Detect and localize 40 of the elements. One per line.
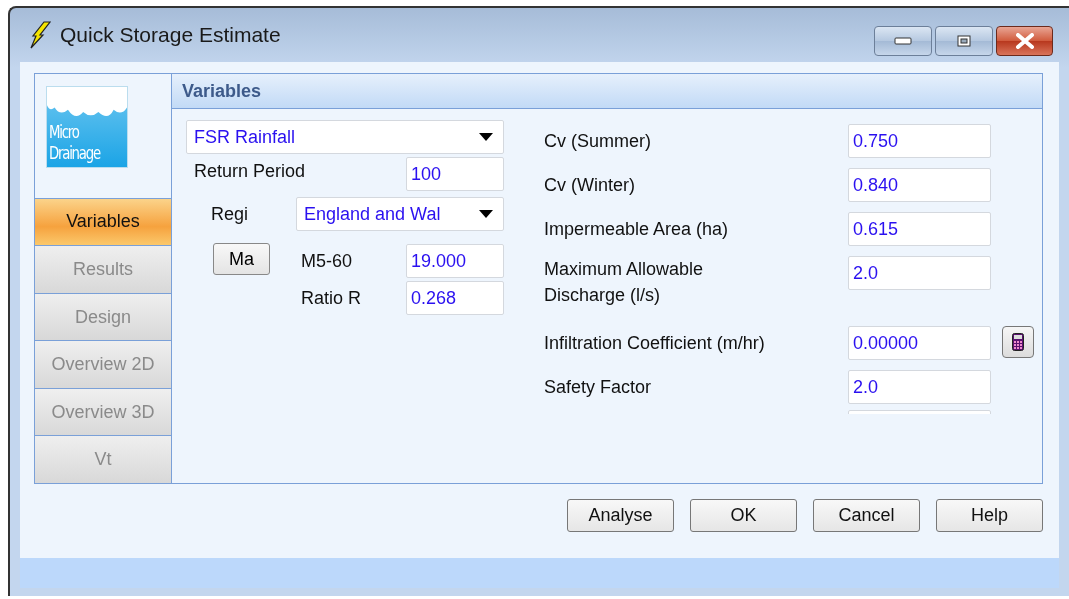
field-label: M5-60: [301, 250, 353, 272]
input-field[interactable]: 2.0: [848, 256, 991, 290]
side-tab[interactable]: Variables: [35, 197, 171, 246]
input-field[interactable]: 0.00000: [848, 326, 991, 360]
input-field[interactable]: 0.268: [406, 281, 504, 315]
minimize-icon: [894, 37, 912, 45]
window-title: Quick Storage Estimate: [60, 23, 281, 47]
input-field[interactable]: 0.750: [848, 124, 991, 158]
field-label: Ratio R: [301, 287, 362, 309]
field-label: Return Period: [194, 161, 306, 182]
close-button[interactable]: [996, 26, 1053, 56]
logo: Micro Drainage: [46, 86, 128, 168]
region-dropdown[interactable]: England and Wal: [296, 197, 504, 231]
calculator-button[interactable]: [1002, 326, 1034, 358]
field-label: Safety Factor: [544, 376, 653, 399]
minimize-button[interactable]: [874, 26, 932, 56]
field-label: Infiltration Coefficient (m/hr): [544, 332, 766, 355]
calculator-icon: [1012, 333, 1024, 351]
input-field[interactable]: 0.615: [848, 212, 991, 246]
rainfall-dropdown[interactable]: FSR Rainfall: [186, 120, 504, 154]
dialog-button[interactable]: Help: [936, 499, 1043, 532]
field-label: Cv (Winter): [544, 174, 636, 197]
close-icon: [1014, 33, 1035, 49]
input-field[interactable]: 100: [406, 157, 504, 191]
input-field[interactable]: 0.840: [848, 168, 991, 202]
field-label: Maximum Allowable Discharge (l/s): [544, 258, 705, 307]
field-label: Cv (Summer): [544, 130, 652, 153]
dialog-button[interactable]: OK: [690, 499, 797, 532]
field-label: Regi: [211, 203, 250, 225]
input-field[interactable]: 19.000: [406, 244, 504, 278]
dropdown-arrow-icon: [479, 210, 493, 218]
dropdown-arrow-icon: [479, 133, 493, 141]
lightning-icon: [28, 21, 52, 49]
dialog-button[interactable]: Analyse: [567, 499, 674, 532]
panel-header: Variables: [172, 74, 1042, 109]
maximize-icon: [957, 35, 971, 47]
input-field[interactable]: 2.0: [848, 370, 991, 404]
field-label: Impermeable Area (ha): [544, 218, 730, 241]
dialog-button[interactable]: Cancel: [813, 499, 920, 532]
map-button[interactable]: Ma: [213, 243, 270, 275]
